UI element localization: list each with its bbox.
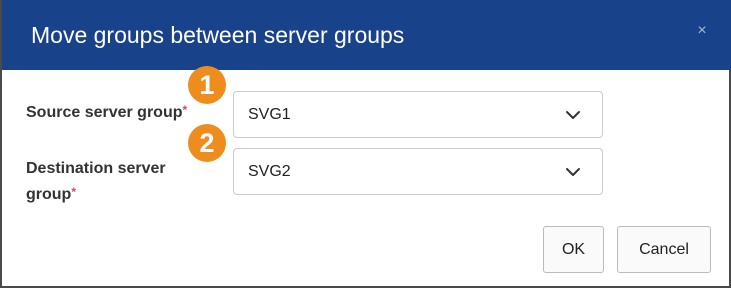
chevron-down-icon [566, 168, 580, 176]
destination-label-line2: group [26, 186, 72, 203]
move-groups-dialog: Move groups between server groups × Sour… [0, 0, 731, 288]
step-badge-1: 1 [188, 66, 226, 104]
source-server-group-label: Source server group* [26, 100, 187, 126]
dialog-title: Move groups between server groups [31, 22, 405, 48]
chevron-down-icon [566, 111, 580, 119]
source-label-text: Source server group [26, 104, 183, 121]
destination-label-line2-wrap: group* [26, 182, 166, 208]
destination-server-group-select[interactable]: SVG2 [233, 148, 603, 195]
destination-select-value: SVG2 [248, 163, 291, 180]
destination-server-group-label: Destination server group* [26, 156, 166, 208]
required-marker: * [71, 185, 76, 199]
close-icon[interactable]: × [692, 21, 712, 41]
dialog-titlebar: Move groups between server groups × [2, 0, 731, 70]
destination-label-line1: Destination server [26, 160, 166, 177]
cancel-button[interactable]: Cancel [617, 226, 711, 273]
required-marker: * [182, 103, 188, 117]
source-select-value: SVG1 [248, 106, 291, 123]
source-server-group-select[interactable]: SVG1 [233, 91, 603, 138]
step-badge-2: 2 [188, 124, 226, 162]
ok-button[interactable]: OK [543, 226, 604, 273]
